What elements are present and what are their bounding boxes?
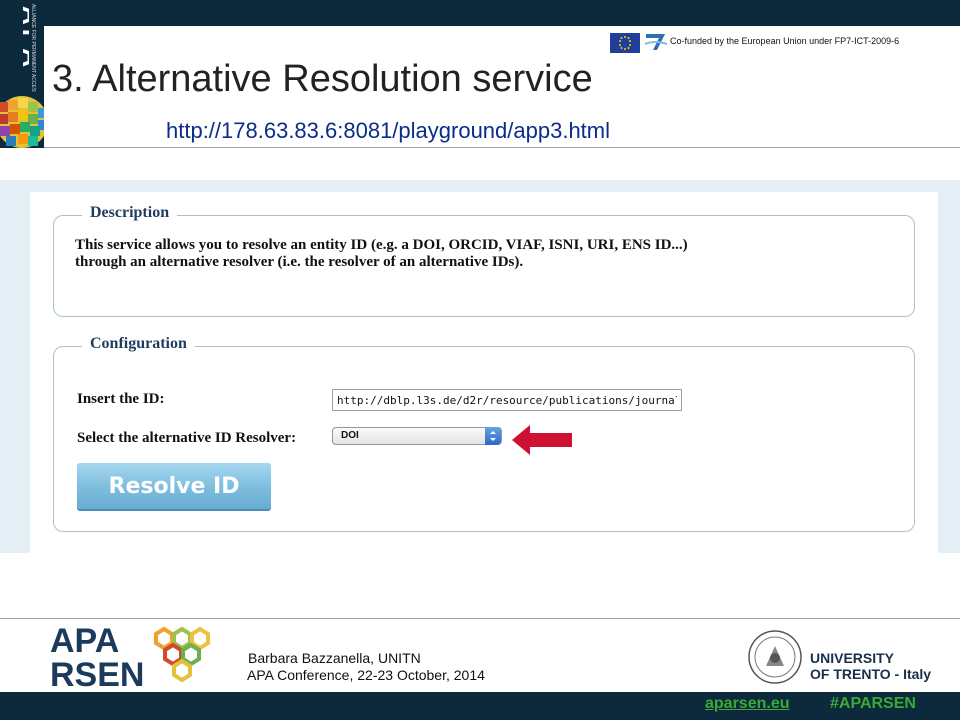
funding-note: Co-funded by the European Union under FP…: [670, 36, 900, 46]
footer-divider: [0, 618, 960, 619]
svg-text:APA: APA: [17, 6, 29, 71]
mosaic-sphere-icon: [0, 96, 44, 148]
resolver-selected-value: DOI: [341, 430, 359, 441]
university-seal-icon: [748, 630, 802, 684]
presenter-name: Barbara Bazzanella, UNITN: [248, 650, 421, 666]
resolver-select[interactable]: DOI: [332, 427, 502, 445]
description-line-1: This service allows you to resolve an en…: [75, 237, 688, 253]
description-line-2: through an alternative resolver (i.e. th…: [75, 254, 524, 270]
service-url-link[interactable]: http://178.63.83.6:8081/playground/app3.…: [166, 118, 610, 144]
configuration-fieldset: Configuration Insert the ID: Select the …: [53, 335, 915, 532]
conference-name: APA Conference, 22-23 October, 2014: [247, 667, 485, 683]
insert-id-label: Insert the ID:: [77, 391, 165, 407]
header-divider: [44, 147, 960, 148]
resolver-label: Select the alternative ID Resolver:: [77, 430, 297, 446]
apa-side-logo: APA ALLIANCE FOR PERMANENT ACCESS: [0, 0, 44, 148]
svg-text:RSEN: RSEN: [50, 656, 144, 692]
apa-tagline-logo: ALLIANCE FOR PERMANENT ACCESS: [30, 4, 36, 92]
description-legend: Description: [82, 204, 178, 222]
footer-credits: Barbara Bazzanella, UNITN APA Conference…: [247, 650, 485, 684]
resolve-id-button[interactable]: Resolve ID: [77, 463, 271, 509]
top-bar: [0, 0, 960, 26]
university-name: UNIVERSITY OF TRENTO - Italy: [810, 650, 931, 682]
description-text: This service allows you to resolve an en…: [75, 237, 855, 271]
app-panel: Description This service allows you to r…: [30, 192, 938, 553]
red-arrow-icon: [512, 425, 572, 455]
updown-chevron-icon: [485, 427, 501, 445]
svg-text:APA: APA: [50, 622, 119, 660]
svg-text:ALLIANCE FOR PERMANENT ACCESS: ALLIANCE FOR PERMANENT ACCESS: [30, 4, 36, 92]
apa-letters-logo: APA: [17, 6, 29, 71]
id-input[interactable]: [332, 389, 682, 411]
site-link[interactable]: aparsen.eu: [705, 695, 789, 713]
configuration-legend: Configuration: [82, 335, 195, 353]
page-title: 3. Alternative Resolution service: [52, 58, 593, 100]
bottom-bar: [0, 692, 960, 720]
eu-flag-icon: [610, 33, 640, 53]
university-line-1: UNIVERSITY: [810, 650, 895, 666]
university-line-2: OF TRENTO - Italy: [810, 666, 932, 682]
app-screenshot: Description This service allows you to r…: [0, 180, 960, 553]
aparsen-logo: APA RSEN: [50, 622, 210, 692]
fp7-logo-icon: [644, 34, 668, 50]
hashtag-label: #APARSEN: [830, 695, 916, 712]
